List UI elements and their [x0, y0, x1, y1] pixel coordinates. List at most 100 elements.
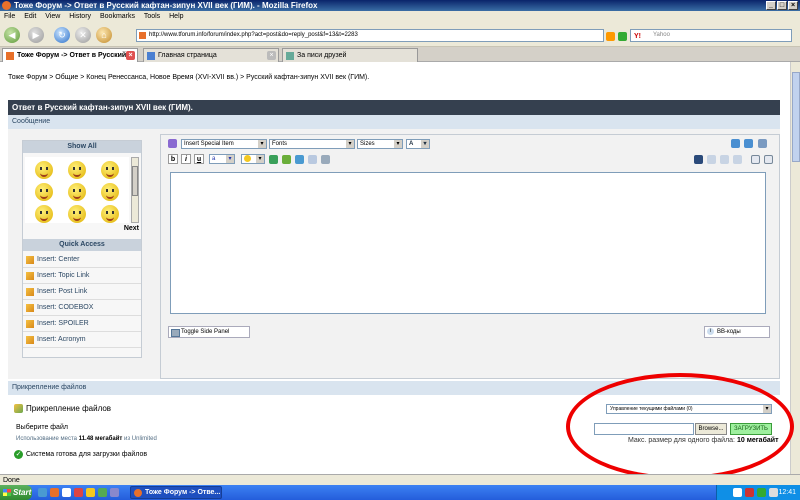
- tray-icon[interactable]: [757, 488, 766, 497]
- maximize-button[interactable]: □: [777, 1, 787, 10]
- menu-edit[interactable]: Edit: [24, 13, 36, 20]
- tab-friends[interactable]: За писи друзей: [282, 48, 418, 62]
- quicklaunch-icon[interactable]: [98, 488, 107, 497]
- insert-icon: [26, 272, 34, 280]
- menu-help[interactable]: Help: [169, 13, 183, 20]
- link-icon[interactable]: [269, 155, 278, 164]
- sizes-select[interactable]: Sizes: [357, 139, 403, 149]
- yahoo-search-icon[interactable]: Y!: [634, 31, 641, 42]
- next-link[interactable]: Next: [124, 225, 139, 232]
- font-color-select[interactable]: A: [406, 139, 430, 149]
- message-textarea[interactable]: [170, 172, 766, 314]
- reload-icon[interactable]: ↻: [54, 27, 70, 43]
- image-icon[interactable]: [282, 155, 291, 164]
- forward-arrow-icon[interactable]: ▶: [28, 27, 44, 43]
- quicklaunch-icon[interactable]: [74, 488, 83, 497]
- minimize-button[interactable]: _: [766, 1, 776, 10]
- wizard-icon[interactable]: [168, 139, 177, 148]
- redo-icon[interactable]: [744, 139, 753, 148]
- page-scrollbar[interactable]: [790, 62, 800, 474]
- align-left-icon[interactable]: [694, 155, 703, 164]
- quicklaunch-icon[interactable]: [62, 488, 71, 497]
- breadcrumb[interactable]: Тоже Форум > Общие > Конец Ренессанса, Н…: [8, 74, 369, 81]
- tray-icon[interactable]: [745, 488, 754, 497]
- tray-icon[interactable]: [769, 488, 778, 497]
- menu-bookmarks[interactable]: Bookmarks: [100, 13, 135, 20]
- quote-icon[interactable]: [308, 155, 317, 164]
- close-tab-icon[interactable]: ×: [126, 51, 135, 60]
- quick-insert-acronym[interactable]: Insert: Acronym: [23, 332, 141, 348]
- close-button[interactable]: ×: [788, 1, 798, 10]
- window-title: Тоже Форум -> Ответ в Русский кафтан-зип…: [14, 1, 318, 10]
- align-center-icon[interactable]: [707, 155, 716, 164]
- insert-icon: [26, 288, 34, 296]
- quicklaunch-icon[interactable]: [38, 488, 47, 497]
- insert-icon: [26, 304, 34, 312]
- quicklaunch-icon[interactable]: [50, 488, 59, 497]
- smiley-icon[interactable]: [34, 205, 53, 223]
- quick-insert-spoiler[interactable]: Insert: SPOILER: [23, 316, 141, 332]
- resize-icon[interactable]: [758, 139, 767, 148]
- smiley-icon[interactable]: [101, 205, 120, 223]
- bold-button[interactable]: b: [168, 154, 178, 164]
- stop-icon[interactable]: ✕: [75, 27, 91, 43]
- tab-bar: Тоже Форум -> Ответ в Русский... × Главн…: [0, 47, 800, 62]
- menu-history[interactable]: History: [69, 13, 91, 20]
- menu-view[interactable]: View: [45, 13, 60, 20]
- tab-home[interactable]: Главная страница ×: [143, 48, 279, 62]
- clock: 12:41: [778, 489, 796, 496]
- tray-icon[interactable]: [733, 488, 742, 497]
- start-button[interactable]: Start: [0, 485, 32, 500]
- underline-button[interactable]: u: [194, 154, 204, 164]
- message-section-bar: Сообщение: [8, 115, 780, 129]
- rss-feed-icon[interactable]: [606, 32, 615, 41]
- special-item-select[interactable]: Insert Special Item: [181, 139, 267, 149]
- smiley-icon[interactable]: [67, 161, 86, 179]
- quick-insert-topic-link[interactable]: Insert: Topic Link: [23, 268, 141, 284]
- bullet-list-icon[interactable]: [764, 155, 773, 164]
- quick-insert-center[interactable]: Insert: Center: [23, 252, 141, 268]
- smiley-grid: [25, 157, 129, 223]
- url-bar[interactable]: http://www.tforum.info/forum/index.php?a…: [136, 29, 604, 42]
- justify-icon[interactable]: [733, 155, 742, 164]
- back-arrow-icon[interactable]: ◀: [4, 27, 20, 43]
- taskbar: Start Тоже Форум -> Отве... EN 12:41: [0, 485, 800, 500]
- email-icon[interactable]: [295, 155, 304, 164]
- home-icon[interactable]: ⌂: [96, 27, 112, 43]
- menu-file[interactable]: File: [4, 13, 15, 20]
- fonts-select[interactable]: Fonts: [269, 139, 355, 149]
- undo-icon[interactable]: [731, 139, 740, 148]
- smiley-select[interactable]: [241, 154, 265, 164]
- taskbar-firefox-window[interactable]: Тоже Форум -> Отве...: [130, 486, 222, 499]
- quicklaunch-icon[interactable]: [86, 488, 95, 497]
- smiley-icon[interactable]: [101, 161, 120, 179]
- firefox-icon: [2, 1, 11, 10]
- go-arrow-icon[interactable]: [618, 32, 627, 41]
- italic-button[interactable]: i: [181, 154, 191, 164]
- search-input[interactable]: Y! Yahoo: [630, 29, 792, 42]
- status-text: Done: [3, 477, 20, 484]
- quick-insert-codebox[interactable]: Insert: CODEBOX: [23, 300, 141, 316]
- code-icon[interactable]: [321, 155, 330, 164]
- close-tab-icon[interactable]: ×: [267, 51, 276, 60]
- tab-reply[interactable]: Тоже Форум -> Ответ в Русский... ×: [2, 48, 138, 62]
- tab-label: За писи друзей: [297, 52, 347, 59]
- show-all-link[interactable]: Show All: [23, 141, 141, 153]
- quicklaunch-icon[interactable]: [110, 488, 119, 497]
- smiley-icon[interactable]: [34, 161, 53, 179]
- smiley-scrollbar[interactable]: [131, 157, 139, 223]
- usage-suffix: из Unlimited: [124, 436, 157, 442]
- editor-box: Insert Special Item Fonts Sizes A b i u …: [160, 134, 780, 379]
- url-text: http://www.tforum.info/forum/index.php?a…: [149, 32, 358, 38]
- text-style-select[interactable]: a: [209, 154, 235, 164]
- bbcodes-button[interactable]: BB-коды: [704, 326, 770, 338]
- smiley-icon[interactable]: [101, 183, 120, 201]
- menu-tools[interactable]: Tools: [144, 13, 160, 20]
- smiley-icon[interactable]: [67, 183, 86, 201]
- smiley-icon[interactable]: [67, 205, 86, 223]
- align-right-icon[interactable]: [720, 155, 729, 164]
- quick-insert-post-link[interactable]: Insert: Post Link: [23, 284, 141, 300]
- smiley-icon[interactable]: [34, 183, 53, 201]
- toggle-side-panel-button[interactable]: Toggle Side Panel: [168, 326, 250, 338]
- numbered-list-icon[interactable]: [751, 155, 760, 164]
